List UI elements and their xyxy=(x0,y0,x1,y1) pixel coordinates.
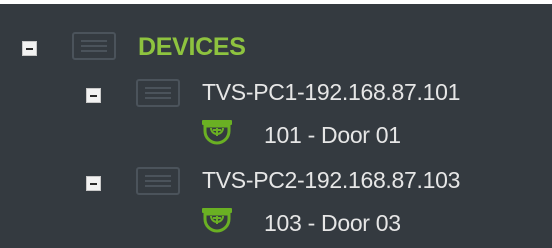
server-icon xyxy=(136,79,180,107)
tree-node-label: TVS-PC2-192.168.87.103 xyxy=(202,167,461,193)
door-camera-icon xyxy=(202,208,232,233)
collapse-toggle-icon[interactable] xyxy=(86,176,101,191)
server-icon xyxy=(136,167,180,195)
tree-node-devices[interactable]: DEVICES xyxy=(0,26,552,66)
device-tree-panel: DEVICES TVS-PC1-192.168.87.101 101 - Doo… xyxy=(0,0,552,248)
tree-node-label: TVS-PC1-192.168.87.101 xyxy=(202,79,461,105)
panel-top-border xyxy=(0,0,552,4)
tree-node-label: 101 - Door 01 xyxy=(264,122,401,148)
folder-icon xyxy=(72,32,116,60)
door-camera-icon xyxy=(202,120,232,145)
tree-node-server[interactable]: TVS-PC2-192.168.87.103 xyxy=(0,160,552,200)
tree-node-door[interactable]: 103 - Door 03 xyxy=(0,202,552,242)
tree-node-label: 103 - Door 03 xyxy=(264,210,401,236)
tree-node-door[interactable]: 101 - Door 01 xyxy=(0,114,552,154)
tree-node-server[interactable]: TVS-PC1-192.168.87.101 xyxy=(0,72,552,112)
collapse-toggle-icon[interactable] xyxy=(22,41,37,56)
collapse-toggle-icon[interactable] xyxy=(86,88,101,103)
tree-node-label: DEVICES xyxy=(138,33,246,61)
